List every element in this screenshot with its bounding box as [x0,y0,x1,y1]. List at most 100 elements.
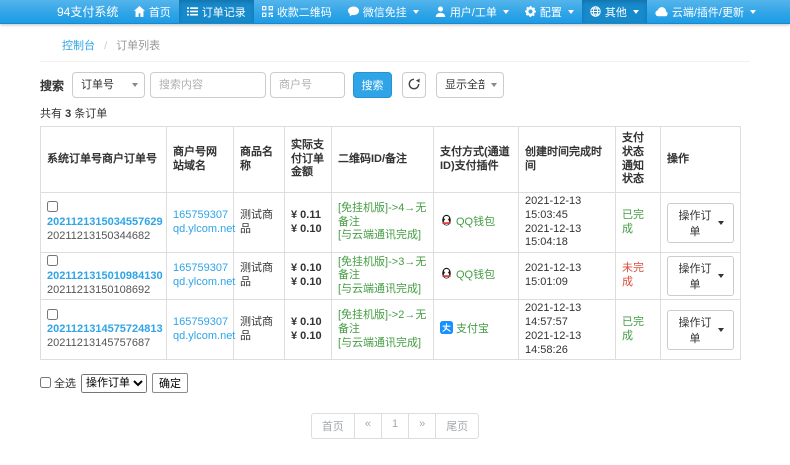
system-order-link[interactable]: 2021121314575724813 [47,323,163,335]
page-next[interactable]: » [408,413,436,439]
wechat-icon [348,6,359,17]
breadcrumb-current: 订单列表 [116,40,160,52]
created-time: 2021-12-13 15:03:45 [525,195,609,223]
select-all-label[interactable]: 全选 [40,375,76,391]
refresh-button[interactable] [402,72,426,98]
order-action-button[interactable]: 操作订单 [667,203,734,243]
nav-item-orders[interactable]: 订单记录 [179,0,254,23]
page-last[interactable]: 尾页 [435,413,479,439]
brand-link[interactable]: 94支付系统 [57,0,118,23]
row-checkbox[interactable] [47,255,58,266]
breadcrumb-home-link[interactable]: 控制台 [62,40,95,52]
globe-icon [590,6,601,17]
search-type-select[interactable]: 订单号 [72,72,145,98]
nav-item-wechat[interactable]: 微信免挂 [340,0,427,23]
nav-item-label: 首页 [149,4,171,20]
nav-item-cloud-plugins[interactable]: 云端/插件/更新 [647,0,764,23]
caret-down-icon [503,10,509,14]
caret-down-icon [718,221,724,225]
nav-item-qrcode[interactable]: 收款二维码 [254,0,340,23]
cloud-icon [655,7,668,17]
merchant-id-input[interactable] [270,72,345,98]
qr-note: [免挂机版]->2→无备注 [338,309,427,337]
home-icon [134,6,145,17]
page-prev[interactable]: « [354,413,382,439]
status-filter-select[interactable]: 显示全部 [436,72,504,98]
bulk-action-select[interactable]: 操作订单 [81,374,147,393]
page-first[interactable]: 首页 [311,413,355,439]
product-name: 测试商品 [240,262,273,288]
nav-item-label: 订单记录 [202,4,246,20]
page-1[interactable]: 1 [381,413,409,439]
domain-link[interactable]: qd.ylcom.net [173,276,235,288]
merchant-id-link[interactable]: 165759307 [173,209,228,221]
refresh-icon [408,78,420,93]
col-time: 创建时间完成时间 [519,127,616,193]
col-qr-note: 二维码ID/备注 [332,127,434,193]
breadcrumb-separator: / [104,40,107,52]
paid-amount: ¥ 0.10 [291,316,325,330]
search-button[interactable]: 搜索 [353,72,392,98]
caret-down-icon [750,10,756,14]
nav-item-label: 微信免挂 [363,4,407,20]
nav-item-other[interactable]: 其他 [582,0,647,23]
merchant-id-link[interactable]: 165759307 [173,262,228,274]
completed-time: 2021-12-13 15:04:18 [525,223,609,251]
col-product: 商品名称 [234,127,285,193]
order-amount: ¥ 0.10 [291,223,325,237]
status-badge: 已完成 [622,316,644,342]
search-toolbar: 搜索 订单号 搜索 显示全部 [40,72,750,98]
row-checkbox[interactable] [47,309,58,320]
table-header-row: 系统订单号商户订单号 商户号网站域名 商品名称 实际支付订单金额 二维码ID/备… [41,127,741,193]
caret-down-icon [413,10,419,14]
row-checkbox[interactable] [47,201,58,212]
status-badge: 未完成 [622,262,644,288]
nav-item-config[interactable]: 配置 [517,0,582,23]
order-amount: ¥ 0.10 [291,330,325,344]
qr-note: [免挂机版]->4→无备注 [338,202,427,230]
col-order-no: 系统订单号商户订单号 [41,127,167,193]
nav-menu: 首页 订单记录 收款二维码 微信免挂 用户/工单 配置 其他 [126,0,764,23]
merchant-id-link[interactable]: 165759307 [173,316,228,328]
bulk-action-bar: 全选 操作订单 确定 [40,373,750,393]
orders-icon [187,6,198,17]
alipay-icon [440,321,453,339]
system-order-link[interactable]: 2021121315034557629 [47,216,163,228]
nav-item-label: 其他 [605,4,627,20]
paid-amount: ¥ 0.10 [291,262,325,276]
created-time: 2021-12-13 15:01:09 [525,262,609,290]
qq-wallet-icon [440,267,453,285]
nav-item-users[interactable]: 用户/工单 [427,0,517,23]
qq-wallet-icon [440,214,453,232]
pay-plugin-link[interactable]: 支付宝 [456,323,489,337]
nav-item-home[interactable]: 首页 [126,0,179,23]
cloud-comm-note: [与云端通讯完成] [338,337,427,351]
cloud-comm-note: [与云端通讯完成] [338,229,427,243]
qrcode-icon [262,6,273,17]
product-name: 测试商品 [240,316,273,342]
domain-link[interactable]: qd.ylcom.net [173,223,235,235]
domain-link[interactable]: qd.ylcom.net [173,330,235,342]
search-content-input[interactable] [150,72,266,98]
confirm-button[interactable]: 确定 [152,373,188,393]
status-badge: 已完成 [622,209,644,235]
top-navbar: 94支付系统 首页 订单记录 收款二维码 微信免挂 用户/工单 配置 [0,0,790,24]
system-order-link[interactable]: 2021121315010984130 [47,270,163,282]
select-all-checkbox[interactable] [40,377,51,388]
user-icon [435,6,446,17]
completed-time: 2021-12-13 14:58:26 [525,330,609,358]
search-label: 搜索 [40,77,64,94]
order-count: 3 [65,108,71,120]
paid-amount: ¥ 0.11 [291,209,325,223]
breadcrumb: 控制台 / 订单列表 [40,24,750,62]
pay-plugin-link[interactable]: QQ钱包 [456,216,495,230]
order-action-button[interactable]: 操作订单 [667,310,734,350]
gear-icon [525,6,536,17]
caret-down-icon [718,274,724,278]
orders-table: 系统订单号商户订单号 商户号网站域名 商品名称 实际支付订单金额 二维码ID/备… [40,126,741,360]
col-merchant: 商户号网站域名 [167,127,234,193]
order-action-button[interactable]: 操作订单 [667,256,734,296]
pay-plugin-link[interactable]: QQ钱包 [456,269,495,283]
col-status: 支付状态通知状态 [616,127,661,193]
main-container: 控制台 / 订单列表 搜索 订单号 搜索 显示全部 共有 3 条订单 [40,24,750,439]
